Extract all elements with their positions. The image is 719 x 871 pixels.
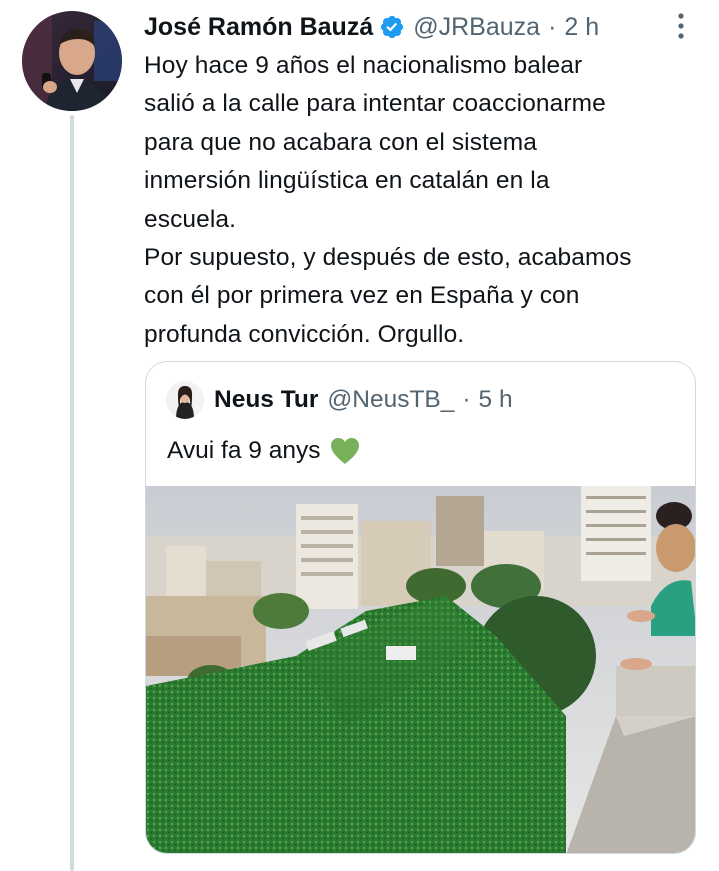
quoted-avatar-image xyxy=(166,381,204,419)
tweet-body: Hoy hace 9 años el nacionalismo balear s… xyxy=(144,47,709,354)
green-heart-icon xyxy=(331,438,360,464)
tweet-text-line: profunda convicción. Orgullo. xyxy=(144,320,465,348)
tweet-text-line: salió a la calle para intentar coacciona… xyxy=(144,90,606,118)
crowd-demonstration-photo xyxy=(146,486,695,853)
author-avatar-image xyxy=(22,11,122,111)
quoted-tweet-body: Avui fa 9 anys xyxy=(167,433,360,469)
thread-connector-line xyxy=(70,115,74,871)
author-avatar[interactable] xyxy=(22,11,122,111)
tweet-text-line: inmersión lingüística en catalán en la xyxy=(144,167,550,195)
separator-dot: · xyxy=(462,386,471,413)
tweet-text-line: escuela. xyxy=(144,205,237,233)
tweet-text-line: Hoy hace 9 años el nacionalismo balear xyxy=(144,52,583,79)
tweet-text-line: Por supuesto, y después de esto, acabamo… xyxy=(144,244,632,272)
quoted-timestamp[interactable]: 5 h xyxy=(479,386,513,414)
quoted-author-name[interactable]: Neus Tur xyxy=(214,386,318,414)
quoted-tweet-card[interactable]: Neus Tur @NeusTB_ · 5 h Avui fa 9 anys xyxy=(145,361,696,854)
tweet-timestamp[interactable]: 2 h xyxy=(564,13,599,42)
author-name[interactable]: José Ramón Bauzá xyxy=(144,13,373,42)
tweet-text-line: con él por primera vez en España y con xyxy=(144,282,580,310)
quoted-photo[interactable] xyxy=(146,486,695,853)
tweet-text-line: para que no acabara con el sistema xyxy=(144,128,537,156)
tweet-header: José Ramón Bauzá @JRBauza · 2 h xyxy=(144,10,599,44)
quoted-author-avatar[interactable] xyxy=(166,381,204,419)
more-options-icon[interactable] xyxy=(670,12,692,40)
quoted-tweet-header: Neus Tur @NeusTB_ · 5 h xyxy=(214,383,513,417)
verified-badge-icon xyxy=(381,15,404,39)
quoted-author-handle[interactable]: @NeusTB_ xyxy=(327,386,454,414)
separator-dot: · xyxy=(548,12,557,41)
quoted-tweet-text: Avui fa 9 anys xyxy=(167,437,321,464)
author-handle[interactable]: @JRBauza xyxy=(413,13,540,42)
